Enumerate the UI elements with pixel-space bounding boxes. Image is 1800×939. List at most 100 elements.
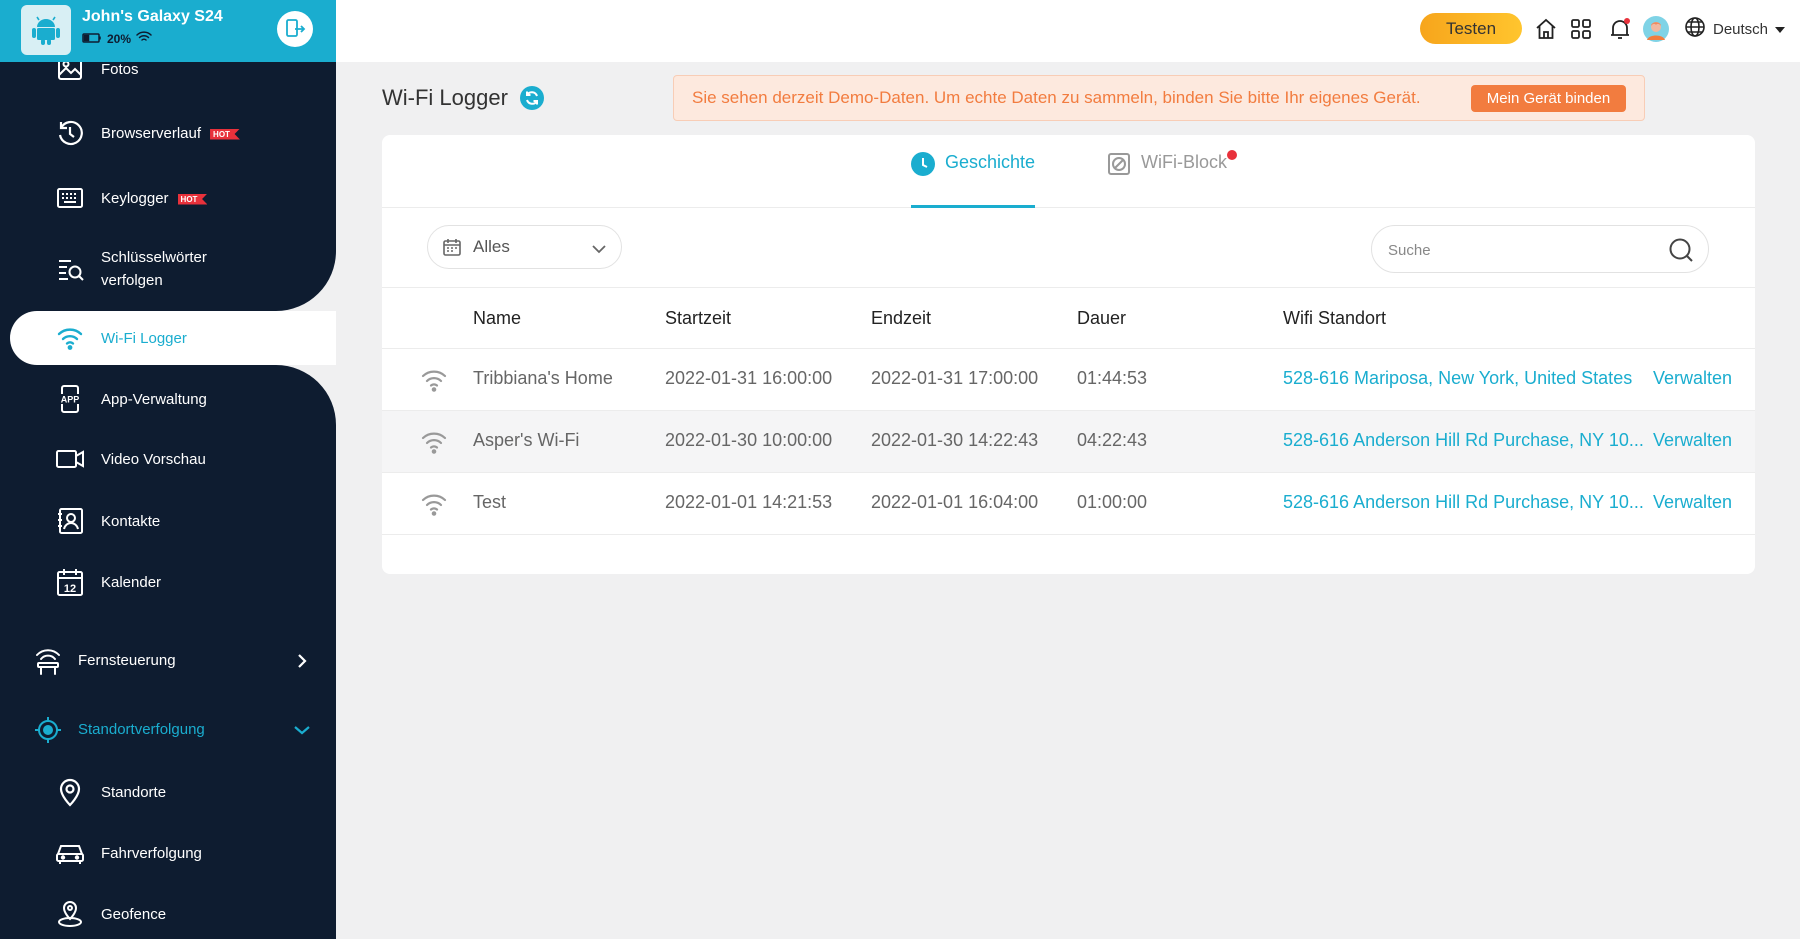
cell-start: 2022-01-30 10:00:00 (665, 430, 833, 450)
keyboard-icon (55, 183, 85, 213)
cell-start: 2022-01-31 16:00:00 (665, 368, 833, 388)
cell-end: 2022-01-31 17:00:00 (871, 368, 1039, 388)
search-icon[interactable] (1668, 237, 1694, 263)
wifi-icon (420, 428, 448, 456)
tab-label: WiFi-Block (1141, 152, 1227, 172)
keyword-search-icon (55, 254, 85, 284)
sidebar-group-fernsteuerung[interactable]: Fernsteuerung (0, 646, 336, 676)
android-icon (21, 5, 71, 55)
column-header-wifi-standort: Wifi Standort (1283, 308, 1387, 328)
tab-label: Geschichte (945, 152, 1036, 172)
app-icon-text: APP (61, 395, 80, 405)
device-switch-button[interactable] (277, 11, 313, 47)
filter-value: Alles (473, 237, 510, 256)
sidebar-item-label: Keylogger (101, 190, 169, 207)
sidebar-item-kontakte[interactable]: Kontakte (0, 506, 336, 536)
sidebar-item-schluesselwoerter[interactable]: Schlüsselwörter verfolgen (0, 245, 336, 293)
sidebar-item-label: Browserverlauf (101, 125, 202, 142)
chevron-right-icon (292, 651, 312, 671)
cell-name: Test (473, 492, 507, 512)
cell-duration: 01:00:00 (1077, 492, 1148, 512)
wifi-icon (420, 490, 448, 518)
manage-link[interactable]: Verwalten (1653, 368, 1732, 389)
avatar[interactable] (1643, 16, 1669, 42)
date-filter-select[interactable]: Alles (427, 225, 622, 269)
sidebar-item-browserverlauf[interactable]: Browserverlauf HOT (0, 118, 336, 148)
chevron-down-icon (292, 720, 312, 740)
app-icon: APP (55, 384, 85, 414)
block-icon (1107, 152, 1131, 181)
sidebar-item-label: Standorte (101, 784, 167, 801)
sidebar-item-label: App-Verwaltung (101, 391, 207, 408)
location-target-icon (33, 715, 63, 745)
sidebar-item-video-vorschau[interactable]: Video Vorschau (0, 444, 336, 474)
wifi-logger-card: Geschichte WiFi-Block Alles Name Startze… (382, 135, 1755, 574)
bell-icon[interactable] (1607, 16, 1633, 42)
manage-link[interactable]: Verwalten (1653, 492, 1732, 513)
sidebar-item-keylogger[interactable]: Keylogger HOT (0, 183, 336, 213)
sidebar-item-label: Fahrverfolgung (101, 845, 202, 862)
cell-duration: 01:44:53 (1077, 368, 1148, 388)
sidebar-item-label: Kalender (101, 574, 162, 591)
sidebar-item-app-verwaltung[interactable]: APP App-Verwaltung (0, 384, 336, 414)
cell-location-link[interactable]: 528-616 Mariposa, New York, United State… (1283, 368, 1632, 389)
notification-dot (1227, 150, 1237, 160)
clock-icon (911, 152, 935, 181)
tab-geschichte[interactable]: Geschichte (911, 152, 1035, 208)
language-label: Deutsch (1713, 20, 1769, 38)
search-box (1371, 225, 1709, 273)
caret-down-icon (1775, 21, 1786, 38)
sidebar: Fotos Browserverlauf HOT Keylogger HOT Sch… (0, 0, 336, 939)
page-title: Wi-Fi Logger (382, 85, 508, 110)
wifi-icon (55, 323, 85, 353)
apps-grid-icon[interactable] (1568, 16, 1594, 42)
sidebar-item-geofence[interactable]: Geofence (0, 899, 336, 929)
sidebar-item-fahrverfolgung[interactable]: Fahrverfolgung (0, 838, 336, 868)
calendar-icon-number: 12 (64, 583, 76, 595)
cell-end: 2022-01-30 14:22:43 (871, 430, 1039, 450)
tab-bar: Geschichte WiFi-Block (382, 135, 1755, 208)
sidebar-item-label: Wi-Fi Logger (101, 330, 187, 347)
cell-end: 2022-01-01 16:04:00 (871, 492, 1039, 512)
sidebar-item-label: verfolgen (101, 272, 163, 289)
hot-badge: HOT (177, 193, 208, 205)
table-row: Tribbiana's Home 2022-01-31 16:00:00 202… (382, 349, 1755, 411)
refresh-icon[interactable] (520, 86, 544, 110)
tab-wifi-block[interactable]: WiFi-Block (1107, 150, 1242, 208)
table-row: Test 2022-01-01 14:21:53 2022-01-01 16:0… (382, 473, 1755, 535)
sidebar-item-label: Video Vorschau (101, 451, 206, 468)
geofence-icon (55, 899, 85, 929)
bind-device-button[interactable]: Mein Gerät binden (1471, 85, 1626, 112)
device-header[interactable]: John's Galaxy S24 20% (0, 0, 336, 62)
sidebar-item-wifi-logger[interactable]: Wi-Fi Logger (0, 323, 336, 353)
cell-location-link[interactable]: 528-616 Anderson Hill Rd Purchase, NY 10… (1283, 430, 1644, 451)
home-icon[interactable] (1533, 16, 1559, 42)
sidebar-item-standorte[interactable]: Standorte (0, 777, 336, 807)
sidebar-group-label: Standortverfolgung (78, 721, 205, 738)
battery-icon (82, 32, 102, 46)
calendar-icon (442, 237, 462, 262)
remote-control-icon (33, 646, 63, 676)
table-header: Name Startzeit Endzeit Dauer Wifi Stando… (382, 287, 1755, 349)
hot-badge: HOT (210, 128, 240, 140)
sidebar-group-standortverfolgung[interactable]: Standortverfolgung (0, 715, 336, 745)
search-input[interactable] (1388, 238, 1658, 262)
map-pin-icon (55, 777, 85, 807)
sidebar-group-label: Fernsteuerung (78, 652, 176, 669)
test-button[interactable]: Testen (1420, 13, 1522, 44)
demo-data-banner: Sie sehen derzeit Demo-Daten. Um echte D… (673, 75, 1645, 121)
calendar-icon: 12 (55, 567, 85, 597)
cell-name: Tribbiana's Home (473, 368, 613, 388)
column-header-dauer: Dauer (1077, 308, 1127, 328)
cell-location-link[interactable]: 528-616 Anderson Hill Rd Purchase, NY 10… (1283, 492, 1644, 513)
device-name: John's Galaxy S24 (82, 8, 223, 25)
column-header-name: Name (473, 308, 522, 328)
sidebar-item-label: Schlüsselwörter (101, 249, 207, 266)
sidebar-item-kalender[interactable]: 12 Kalender (0, 567, 336, 597)
language-select[interactable]: Deutsch (1684, 16, 1786, 42)
chevron-down-icon (592, 241, 606, 259)
column-header-startzeit: Startzeit (665, 308, 732, 328)
manage-link[interactable]: Verwalten (1653, 430, 1732, 451)
cell-start: 2022-01-01 14:21:53 (665, 492, 833, 512)
wifi-status-icon (136, 31, 152, 46)
